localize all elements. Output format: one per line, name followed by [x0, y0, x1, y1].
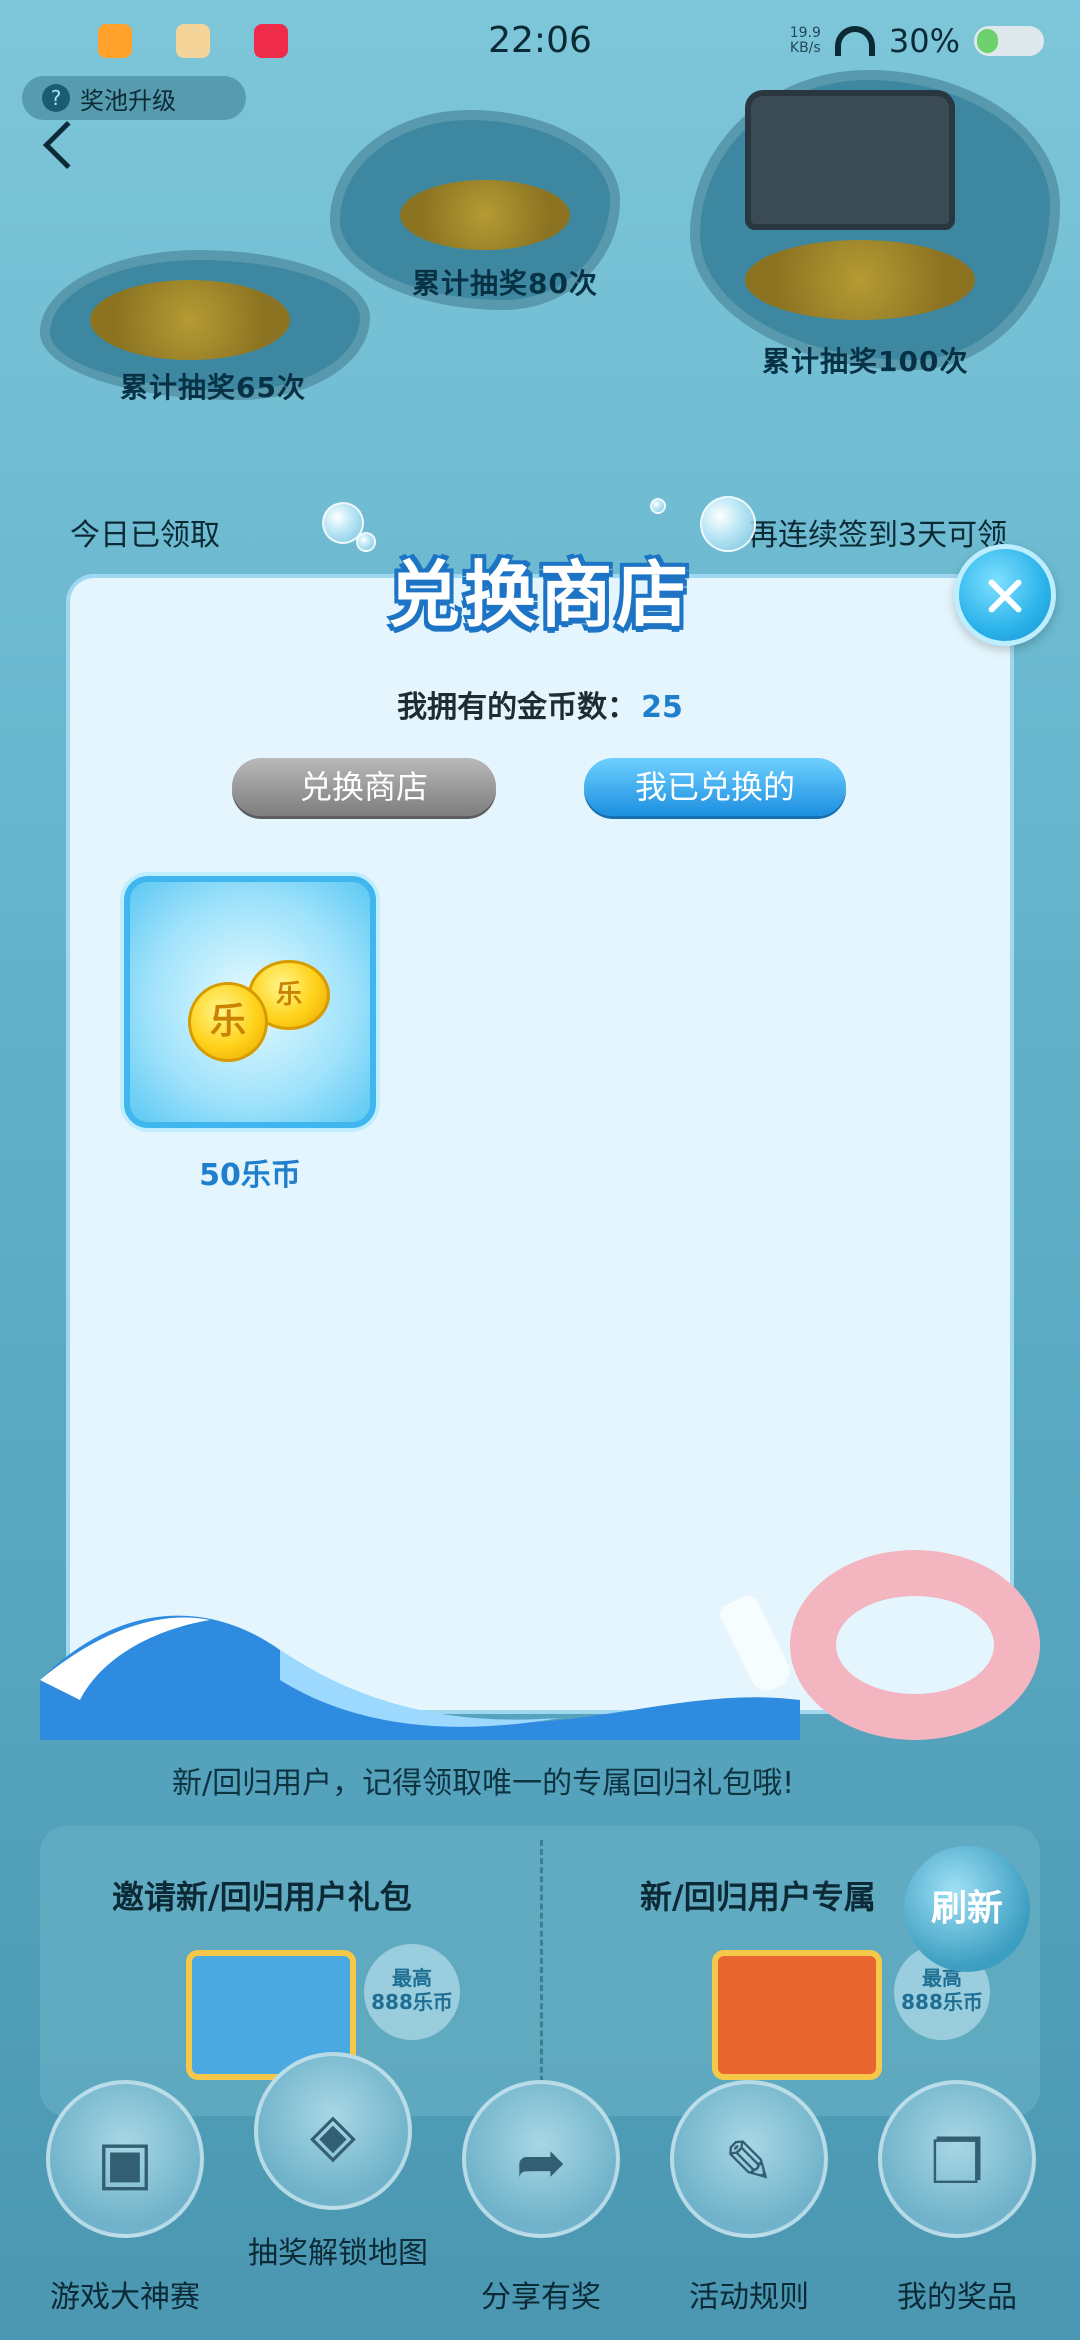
milestone-label-65: 累计抽奖65次	[120, 371, 306, 404]
modal-title: 兑换商店	[387, 553, 692, 637]
book-icon: ✎	[670, 2080, 828, 2238]
coin-icon: 乐	[188, 982, 268, 1062]
swim-ring-decoration	[790, 1550, 1040, 1740]
gift-box-icon	[712, 1950, 882, 2080]
redeemed-item-label: 50乐币	[199, 1158, 301, 1193]
nav-activity-rules[interactable]: ✎ 活动规则	[664, 2080, 834, 2316]
coin-balance-label: 我拥有的金币数：	[397, 690, 638, 725]
nav-share-reward[interactable]: ➦ 分享有奖	[456, 2080, 626, 2316]
returning-user-title: 新/回归用户专属	[640, 1878, 876, 1916]
status-right: 19.9 KB/s 30%	[790, 22, 1044, 60]
milestone-label-80: 累计抽奖80次	[412, 267, 598, 300]
coin-balance: 我拥有的金币数： 25	[0, 682, 1080, 726]
gift-icon: ❐	[878, 2080, 1036, 2238]
close-icon[interactable]	[954, 544, 1056, 646]
panel-divider	[540, 1840, 543, 2100]
milestone-label-100: 累计抽奖100次	[762, 345, 969, 378]
share-icon: ➦	[462, 2080, 620, 2238]
status-bar: 22:06 19.9 KB/s 30%	[0, 0, 1080, 84]
invite-gift-title: 邀请新/回归用户礼包	[112, 1878, 412, 1916]
map-icon: ◈	[254, 2052, 412, 2210]
battery-percent: 30%	[888, 22, 960, 60]
coin-pile-icon	[90, 280, 290, 360]
invite-hint-text: 新/回归用户，记得领取唯一的专属回归礼包哦!	[172, 1766, 795, 1801]
tv-icon: ▣	[46, 2080, 204, 2238]
bottom-nav: ▣ 游戏大神赛 ◈ 抽奖解锁地图 ➦ 分享有奖 ✎ 活动规则 ❐ 我的奖品	[0, 2052, 1080, 2340]
help-icon: ?	[42, 84, 70, 112]
nav-game-contest[interactable]: ▣ 游戏大神赛	[40, 2080, 210, 2316]
max-reward-badge: 最高 888乐币	[364, 1944, 460, 2040]
redeemed-item-card[interactable]: 乐 乐	[124, 876, 376, 1128]
tab-my-redeemed[interactable]: 我已兑换的	[584, 758, 846, 816]
coin-balance-value: 25	[641, 690, 683, 725]
coin-pile-icon	[745, 240, 975, 320]
exchange-store-modal	[66, 574, 1014, 1714]
coin-pile-icon	[400, 180, 570, 250]
tab-exchange-store[interactable]: 兑换商店	[232, 758, 496, 816]
network-speed: 19.9 KB/s	[789, 25, 821, 56]
pool-upgrade-label: 奖池升级	[80, 86, 176, 115]
wifi-icon	[834, 26, 875, 56]
pool-upgrade-button[interactable]: ? 奖池升级	[22, 76, 246, 120]
battery-icon	[974, 26, 1044, 56]
bubble-decoration	[650, 498, 666, 514]
nav-unlock-map[interactable]: ◈ 抽奖解锁地图	[248, 2052, 428, 2272]
nav-my-prizes[interactable]: ❐ 我的奖品	[872, 2080, 1042, 2316]
refresh-button[interactable]: 刷新	[904, 1846, 1030, 1972]
treasure-chest-icon	[745, 90, 955, 230]
